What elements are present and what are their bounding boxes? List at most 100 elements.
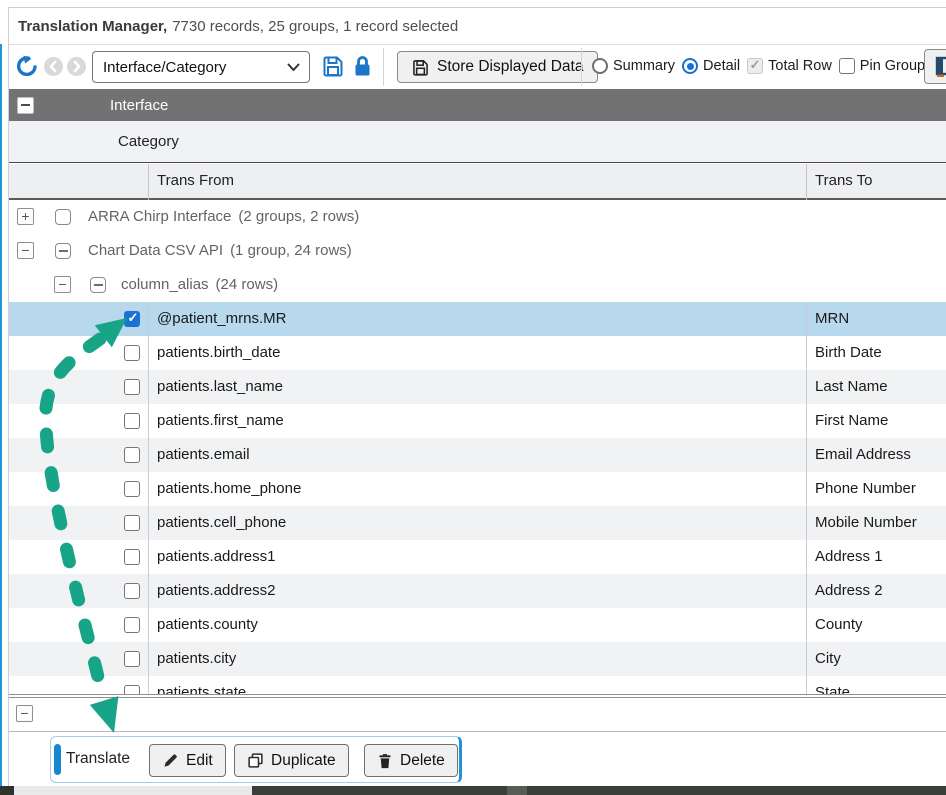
row-checkbox[interactable] (124, 685, 140, 694)
row-checkbox[interactable] (124, 379, 140, 395)
lock-icon (352, 54, 373, 78)
interface-group-header: Interface (9, 89, 946, 121)
trans-from-cell: @patient_mrns.MR (157, 310, 286, 327)
trans-from-cell: patients.state (157, 684, 246, 694)
row-checkbox[interactable] (124, 311, 140, 327)
detail-radio-option[interactable]: Detail (682, 58, 740, 74)
collapse-footer-icon[interactable]: − (16, 705, 33, 722)
copy-icon (247, 752, 264, 769)
columns-icon (935, 56, 946, 78)
app-title: Translation Manager, (18, 18, 167, 35)
row-checkbox[interactable] (124, 413, 140, 429)
summary-radio[interactable] (592, 58, 608, 74)
footer-collapse-row: − (9, 698, 946, 732)
group-expander[interactable]: + (17, 208, 34, 225)
category-group-header: Category (9, 121, 946, 163)
bottom-edge-segment (0, 786, 14, 795)
bottom-edge-bar (0, 786, 946, 795)
trans-from-cell: patients.first_name (157, 412, 284, 429)
translate-accent-bar (54, 744, 61, 775)
group-row[interactable]: − column_alias(24 rows) (9, 268, 946, 302)
group-expander[interactable]: − (54, 276, 71, 293)
row-checkbox[interactable] (124, 651, 140, 667)
group-row[interactable]: + ARRA Chirp Interface (2 groups, 2 rows) (9, 200, 946, 234)
group-row[interactable]: − Chart Data CSV API (1 group, 24 rows) (9, 234, 946, 268)
row-checkbox[interactable] (124, 345, 140, 361)
bottom-edge-segment (507, 786, 527, 795)
trans-from-cell: patients.county (157, 616, 258, 633)
total-row-checkbox[interactable] (747, 58, 763, 74)
grouping-select-value: Interface/Category (103, 59, 226, 76)
column-chooser-button[interactable] (924, 49, 946, 84)
trans-from-header[interactable]: Trans From (157, 172, 234, 189)
row-checkbox[interactable] (124, 481, 140, 497)
pin-groups-label: Pin Groups (860, 58, 933, 74)
chevron-right-icon (67, 57, 86, 76)
group-label: Chart Data CSV API (88, 242, 223, 259)
total-row-label: Total Row (768, 58, 832, 74)
detail-radio-label: Detail (703, 58, 740, 74)
trans-to-cell: Birth Date (815, 344, 882, 361)
store-displayed-data-button[interactable]: Store Displayed Data (397, 51, 598, 83)
summary-radio-option[interactable]: Summary (592, 58, 675, 74)
group-checkbox[interactable] (55, 243, 71, 259)
collapse-interface-icon[interactable] (17, 97, 34, 114)
group-label: column_alias (121, 276, 209, 293)
store-button-label: Store Displayed Data (437, 58, 583, 76)
group-expander[interactable]: − (17, 242, 34, 259)
trans-to-cell: First Name (815, 412, 888, 429)
row-checkbox[interactable] (124, 447, 140, 463)
toolbar: Interface/Category Store Displayed (9, 45, 946, 89)
group-meta: (1 group, 24 rows) (230, 242, 352, 259)
column-divider (806, 164, 807, 200)
lock-button[interactable] (352, 54, 373, 78)
trans-to-cell: Phone Number (815, 480, 916, 497)
pin-groups-checkbox[interactable] (839, 58, 855, 74)
focus-edge-line (0, 44, 2, 786)
group-meta: (2 groups, 2 rows) (238, 208, 359, 225)
edit-button[interactable]: Edit (149, 744, 226, 777)
delete-button[interactable]: Delete (364, 744, 458, 777)
translate-panel: Translate Edit Duplicate (50, 736, 462, 783)
trans-from-cell: patients.city (157, 650, 236, 667)
save-view-button[interactable] (322, 55, 344, 77)
summary-radio-label: Summary (613, 58, 675, 74)
trans-from-cell: patients.birth_date (157, 344, 280, 361)
trans-to-header[interactable]: Trans To (815, 172, 873, 189)
row-checkbox[interactable] (124, 583, 140, 599)
pin-groups-option[interactable]: Pin Groups (839, 58, 933, 74)
detail-radio[interactable] (682, 58, 698, 74)
toolbar-separator (383, 48, 384, 86)
trans-to-cell: County (815, 616, 863, 633)
trash-icon (377, 752, 393, 769)
grouping-select[interactable]: Interface/Category (92, 51, 310, 83)
save-icon (322, 55, 344, 77)
trans-from-cell: patients.cell_phone (157, 514, 286, 531)
trans-from-cell: patients.address2 (157, 582, 275, 599)
prev-button[interactable] (44, 57, 63, 76)
group-checkbox[interactable] (55, 209, 71, 225)
column-divider (148, 302, 149, 694)
edit-button-label: Edit (186, 752, 213, 770)
trans-from-cell: patients.last_name (157, 378, 283, 395)
refresh-button[interactable] (15, 54, 39, 78)
save-icon (412, 59, 429, 76)
group-label: ARRA Chirp Interface (88, 208, 231, 225)
next-button[interactable] (67, 57, 86, 76)
duplicate-button[interactable]: Duplicate (234, 744, 349, 777)
title-bar: Translation Manager, 7730 records, 25 gr… (9, 8, 946, 45)
column-divider (148, 164, 149, 200)
translate-panel-label: Translate (66, 750, 130, 768)
group-checkbox[interactable] (90, 277, 106, 293)
footer-toolbar: Translate Edit Duplicate (9, 733, 946, 786)
bottom-edge-segment (14, 786, 252, 795)
trans-from-cell: patients.address1 (157, 548, 275, 565)
row-checkbox[interactable] (124, 617, 140, 633)
duplicate-button-label: Duplicate (271, 752, 336, 770)
chevron-down-icon (287, 63, 300, 72)
row-checkbox[interactable] (124, 515, 140, 531)
row-checkbox[interactable] (124, 549, 140, 565)
trans-to-cell: Mobile Number (815, 514, 917, 531)
total-row-option[interactable]: Total Row (747, 58, 832, 74)
column-divider (806, 302, 807, 694)
